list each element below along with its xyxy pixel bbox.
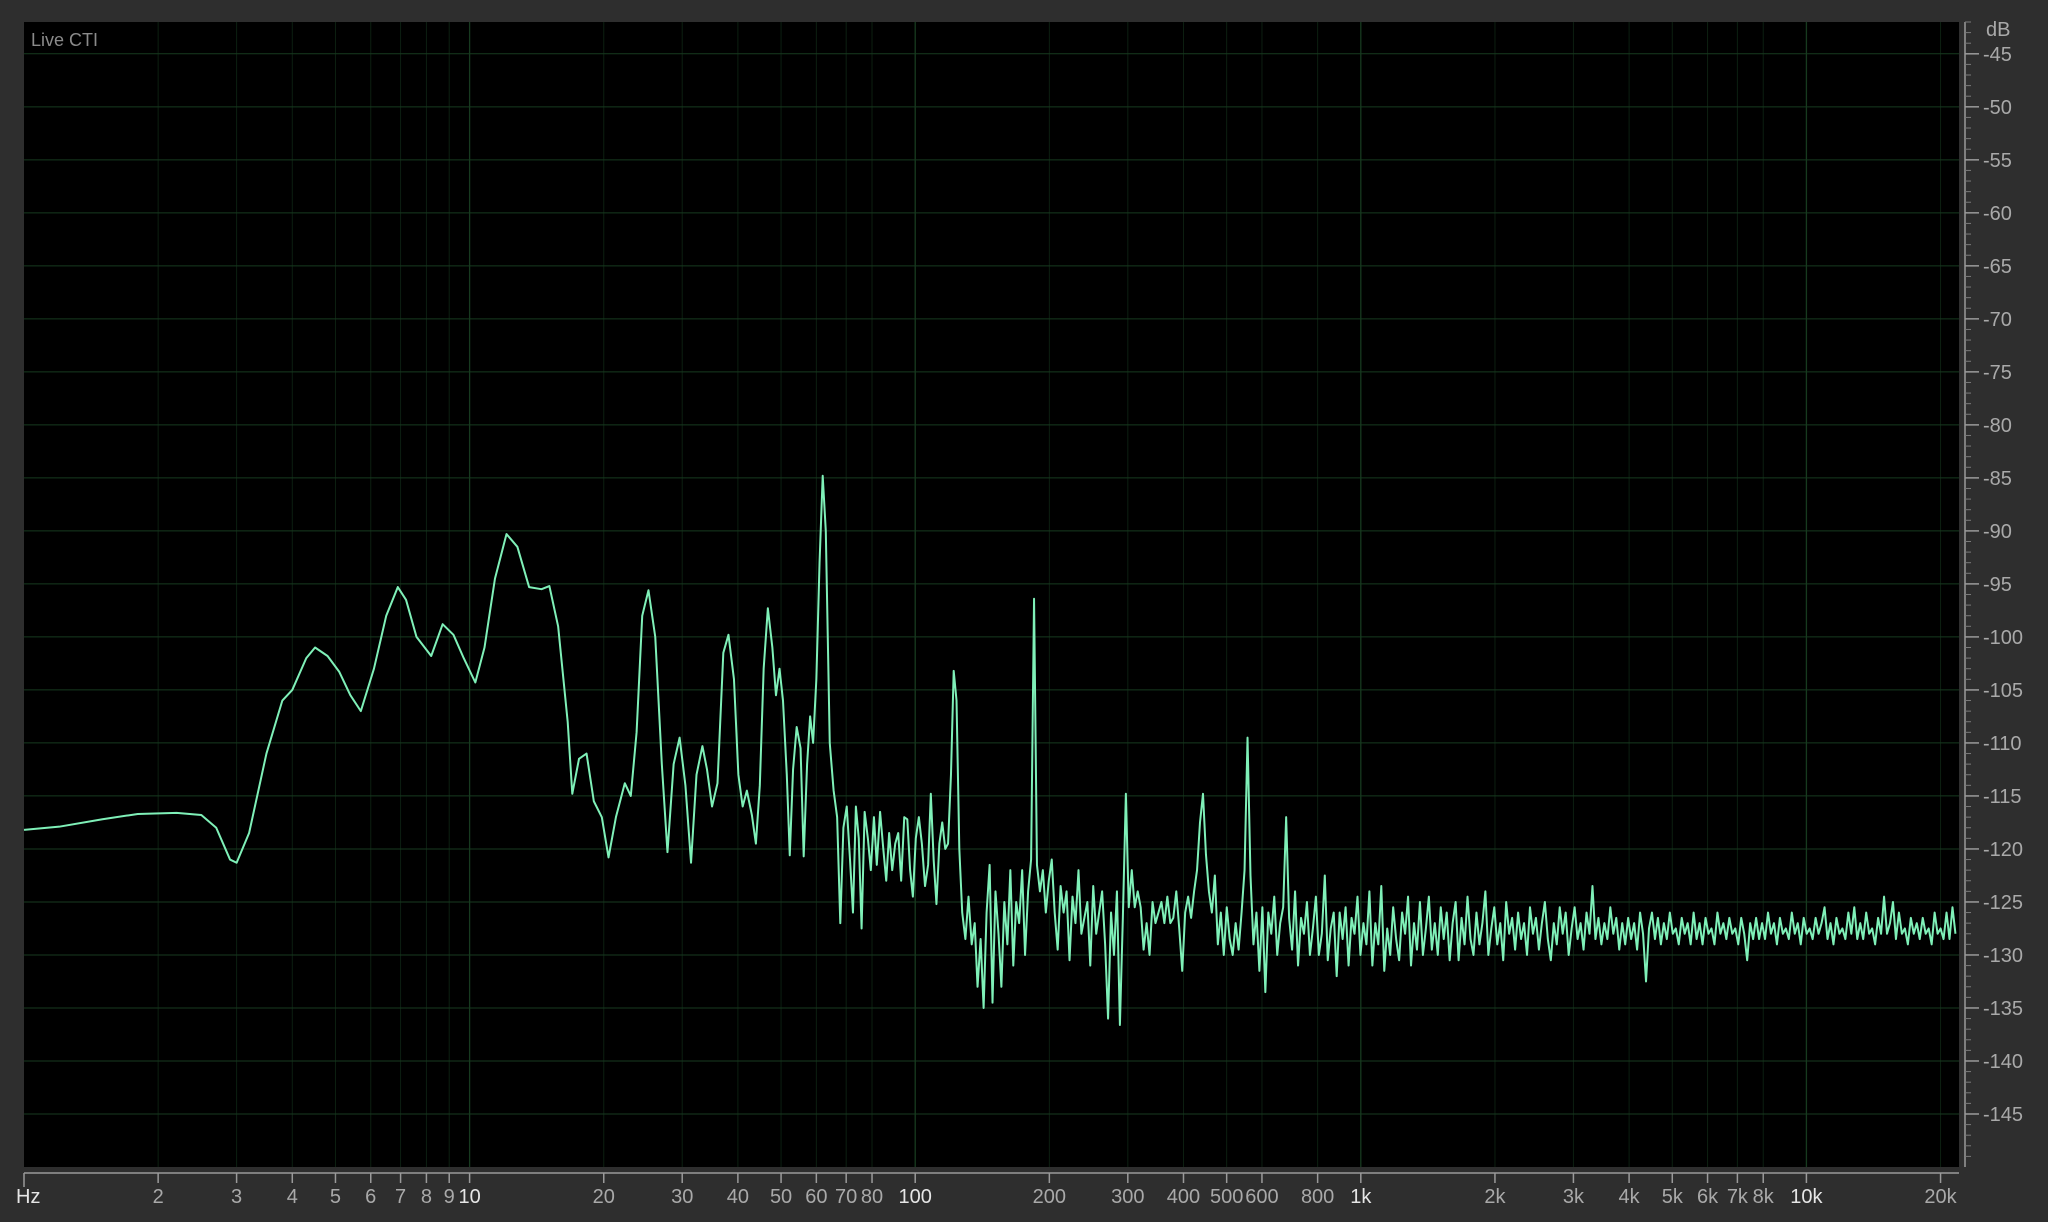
x-tick-label: 50 [770,1186,792,1208]
x-tick-label: 2 [153,1186,164,1208]
x-tick-label: 400 [1167,1186,1200,1208]
x-tick-label: 20k [1924,1186,1957,1208]
x-axis-unit-label: Hz [16,1186,40,1208]
x-tick-label: 60 [805,1186,827,1208]
y-tick-label: -90 [1983,521,2012,543]
y-tick-label: -60 [1983,203,2012,225]
y-tick-label: -135 [1983,998,2023,1020]
x-tick-label: 80 [861,1186,883,1208]
y-tick-label: -130 [1983,945,2023,967]
x-tick-label: 20 [593,1186,615,1208]
x-tick-label: 200 [1033,1186,1066,1208]
y-tick-label: -125 [1983,892,2023,914]
x-tick-label: 1k [1350,1186,1372,1208]
y-tick-label: -115 [1983,786,2022,808]
x-tick-label: 800 [1301,1186,1334,1208]
x-tick-label: 300 [1111,1186,1144,1208]
x-tick-label: 100 [899,1186,932,1208]
x-tick-label: 10 [458,1186,480,1208]
y-tick-label: -105 [1983,680,2023,702]
x-tick-label: 6 [365,1186,376,1208]
x-tick-label: 5k [1662,1186,1684,1208]
x-tick-label: 7 [395,1186,406,1208]
x-tick-label: 30 [671,1186,693,1208]
x-tick-label: 3 [231,1186,242,1208]
y-axis-unit-label: dB [1986,19,2010,41]
x-tick-label: 8k [1753,1186,1775,1208]
x-tick-label: 70 [835,1186,857,1208]
y-tick-label: -95 [1983,574,2012,596]
y-tick-label: -85 [1983,468,2012,490]
x-tick-label: 9 [444,1186,455,1208]
y-tick-label: -120 [1983,839,2023,861]
x-tick-label: 4k [1619,1186,1641,1208]
x-tick-label: 7k [1727,1186,1749,1208]
y-tick-label: -75 [1983,362,2012,384]
y-tick-label: -70 [1983,309,2012,331]
x-tick-label: 3k [1563,1186,1585,1208]
live-cti-label: Live CTI [31,30,99,50]
x-tick-label: 2k [1484,1186,1506,1208]
y-tick-label: -110 [1983,733,2022,755]
frequency-spectrum-chart[interactable]: -45 -50 -55 -60 -65 -70 -75 -80 -85 -90 -95 -100 -10… [0,0,2048,1222]
y-tick-label: -65 [1983,256,2012,278]
x-tick-label: 4 [287,1186,298,1208]
x-tick-label: 5 [330,1186,341,1208]
y-tick-label: -100 [1983,627,2023,649]
y-tick-label: -145 [1983,1104,2023,1126]
x-tick-label: 8 [421,1186,432,1208]
y-tick-label: -45 [1983,44,2012,66]
y-tick-label: -50 [1983,97,2012,119]
x-tick-label: 6k [1697,1186,1719,1208]
y-tick-label: -80 [1983,415,2012,437]
y-tick-label: -55 [1983,150,2012,172]
x-tick-label: 10k [1790,1186,1823,1208]
y-tick-label: -140 [1983,1051,2023,1073]
x-tick-label: 500 [1210,1186,1243,1208]
x-tick-label: 600 [1245,1186,1278,1208]
spectrum-panel: -45 -50 -55 -60 -65 -70 -75 -80 -85 -90 -95 -100 -10… [0,0,2048,1222]
x-tick-label: 40 [727,1186,749,1208]
